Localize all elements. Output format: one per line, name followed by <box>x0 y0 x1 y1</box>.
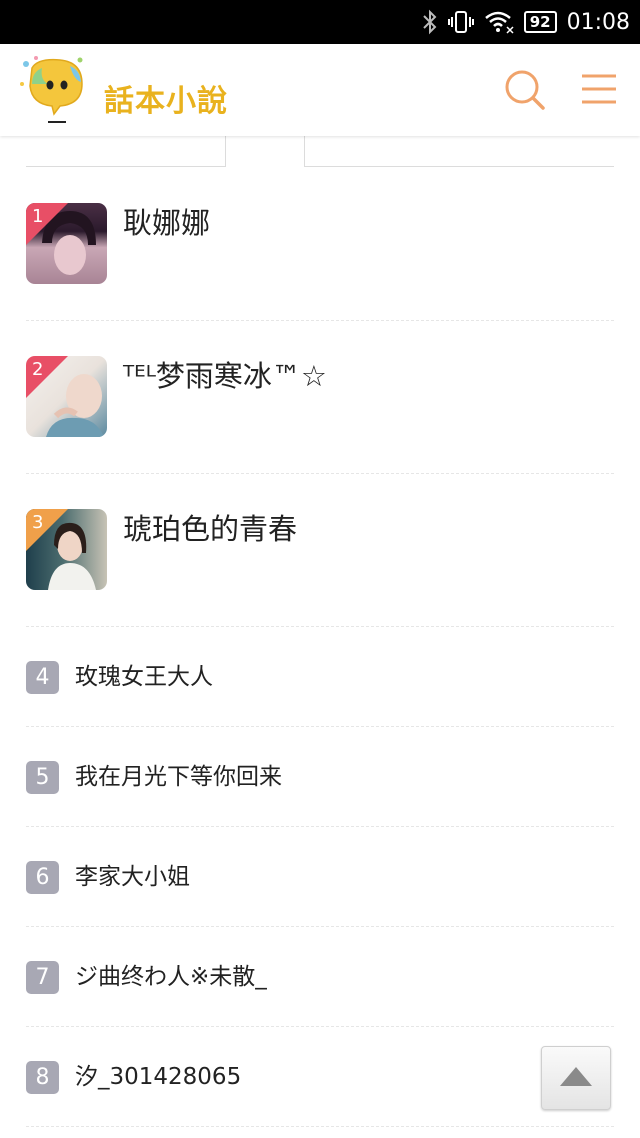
list-item[interactable]: 1 耿娜娜 <box>0 168 640 321</box>
rank-badge: 6 <box>26 861 59 894</box>
rank-badge: 5 <box>26 761 59 794</box>
list-item[interactable]: 5 我在月光下等你回来 <box>0 727 640 827</box>
user-name[interactable]: 耿娜娜 <box>123 200 210 242</box>
back-to-top-button[interactable] <box>541 1046 611 1110</box>
ranking-list: 1 耿娜娜 2 ᵀᴱᴸ梦雨寒冰™☆ 3 琥珀色的青春 4 玫瑰女王大人 5 我在… <box>0 168 640 1127</box>
list-item[interactable]: 3 琥珀色的青春 <box>0 474 640 627</box>
list-item[interactable]: 2 ᵀᴱᴸ梦雨寒冰™☆ <box>0 321 640 474</box>
rank-badge: 7 <box>26 961 59 994</box>
rank-badge: 4 <box>26 661 59 694</box>
tab-strip <box>0 136 640 168</box>
status-bar: 92 01:08 <box>0 0 640 44</box>
clock: 01:08 <box>566 9 630 35</box>
user-name[interactable]: ジ曲终わ人※未散_ <box>75 961 267 994</box>
app-header: 話本小說 <box>0 44 640 136</box>
avatar[interactable]: 1 <box>26 203 107 284</box>
logo-icon <box>20 56 83 123</box>
menu-icon <box>582 74 616 104</box>
search-icon <box>505 70 545 110</box>
user-name[interactable]: 玫瑰女王大人 <box>75 661 213 694</box>
list-item[interactable]: 4 玫瑰女王大人 <box>0 627 640 727</box>
rank-badge: 8 <box>26 1061 59 1094</box>
user-name[interactable]: 汐_301428065 <box>75 1061 241 1094</box>
vibrate-icon <box>447 10 474 34</box>
user-name[interactable]: ᵀᴱᴸ梦雨寒冰™☆ <box>123 353 327 395</box>
tab-active[interactable] <box>226 136 304 168</box>
logo[interactable]: 話本小說 <box>18 54 248 124</box>
list-item[interactable]: 7 ジ曲终わ人※未散_ <box>0 927 640 1027</box>
status-icons: 92 01:08 <box>422 0 630 44</box>
user-name[interactable]: 李家大小姐 <box>75 861 190 894</box>
tab-underline <box>26 166 614 167</box>
user-name[interactable]: 琥珀色的青春 <box>123 506 297 548</box>
arrow-up-icon <box>560 1067 592 1086</box>
list-item[interactable]: 6 李家大小姐 <box>0 827 640 927</box>
avatar[interactable]: 3 <box>26 509 107 590</box>
rank-number: 1 <box>32 206 44 227</box>
search-button[interactable] <box>503 68 547 112</box>
bluetooth-icon <box>422 9 438 35</box>
rank-number: 3 <box>32 512 44 533</box>
avatar[interactable]: 2 <box>26 356 107 437</box>
rank-number: 2 <box>32 359 44 380</box>
user-name[interactable]: 我在月光下等你回来 <box>75 761 282 794</box>
tab-divider <box>225 136 226 167</box>
battery-level: 92 <box>523 11 557 33</box>
tab-divider <box>304 136 305 167</box>
wifi-icon <box>484 10 514 34</box>
logo-text: 話本小說 <box>104 84 228 119</box>
menu-button[interactable] <box>578 68 622 112</box>
